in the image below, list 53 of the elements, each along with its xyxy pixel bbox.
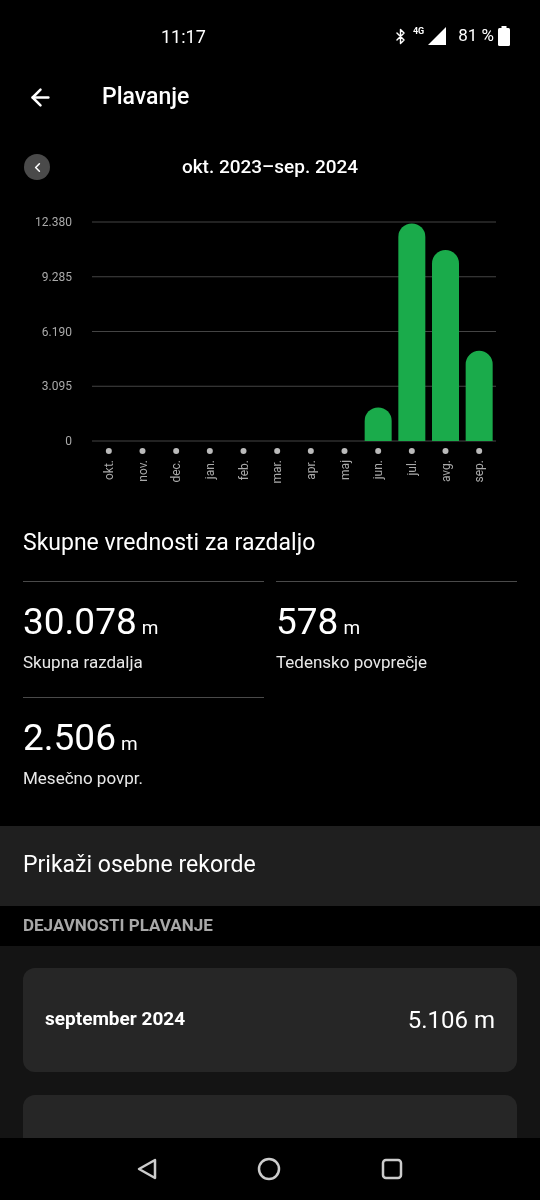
- home-nav-icon[interactable]: [257, 1157, 281, 1181]
- stat-value: 2.506 m: [23, 716, 139, 760]
- network-type: 4G: [412, 25, 425, 39]
- page-title: Plavanje: [102, 81, 190, 112]
- x-tick-label: dec.: [169, 460, 184, 483]
- activity-card[interactable]: september 2024 5.106 m: [23, 967, 517, 1072]
- tick-dot: [341, 448, 348, 454]
- activity-month: september 2024: [45, 1006, 186, 1033]
- tick-dot: [375, 448, 382, 454]
- stat-label: Skupna razdalja: [23, 650, 144, 674]
- battery-icon: [498, 26, 510, 46]
- stat-label: Mesečno povpr.: [23, 767, 144, 790]
- y-tick-label: 0: [65, 434, 72, 448]
- tick-dot: [206, 448, 213, 454]
- stat-label: Tedensko povprečje: [276, 650, 429, 674]
- x-tick-label: maj: [337, 460, 352, 480]
- y-tick-label: 9.285: [41, 269, 72, 284]
- stat-value: 30.078 m: [23, 599, 160, 644]
- section-title: Skupne vrednosti za razdaljo: [23, 528, 317, 558]
- back-nav-icon[interactable]: [137, 1158, 157, 1180]
- x-tick-label: nov.: [135, 460, 150, 482]
- x-tick-label: jan.: [202, 460, 217, 480]
- tick-dot: [105, 448, 112, 454]
- previous-period-button[interactable]: [24, 154, 50, 180]
- tick-dot: [173, 448, 180, 454]
- battery-percent: 81 %: [458, 24, 494, 48]
- signal-icon: [428, 27, 447, 45]
- section-header: DEJAVNOSTI PLAVANJE: [23, 913, 213, 937]
- x-tick-label: jun.: [371, 460, 386, 480]
- x-tick-label: mar.: [270, 460, 285, 484]
- period-label: okt. 2023–sep. 2024: [181, 153, 359, 180]
- tick-dot: [307, 448, 314, 454]
- x-tick-label: apr.: [303, 460, 318, 480]
- bar: [364, 407, 392, 441]
- clock: 11:17: [161, 24, 206, 49]
- x-tick-label: okt.: [101, 460, 116, 480]
- tick-dot: [274, 448, 281, 454]
- tick-dot: [476, 448, 483, 454]
- recents-nav-icon[interactable]: [381, 1158, 403, 1180]
- x-tick-label: sep.: [472, 460, 487, 483]
- x-tick-label: avg.: [438, 460, 453, 483]
- x-tick-label: feb.: [236, 460, 251, 481]
- tick-dot: [139, 448, 146, 454]
- y-tick-label: 6.190: [41, 324, 72, 339]
- y-tick-label: 3.095: [41, 379, 72, 394]
- x-tick-label: jul.: [404, 460, 419, 476]
- tick-dot: [442, 448, 449, 454]
- tick-dot: [408, 448, 415, 454]
- personal-records-button[interactable]: Prikaži osebne rekorde: [0, 825, 540, 906]
- activity-distance: 5.106 m: [407, 1004, 495, 1036]
- stat-value: 578 m: [276, 599, 362, 644]
- tick-dot: [240, 448, 247, 454]
- y-tick-label: 12.380: [35, 215, 72, 229]
